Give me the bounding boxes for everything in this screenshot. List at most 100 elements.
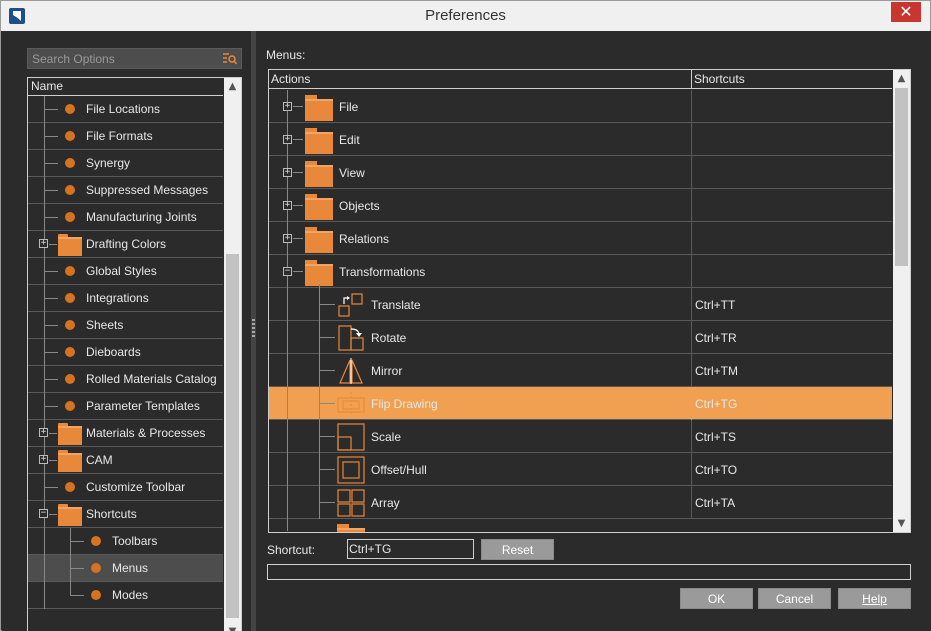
tree-item-toolbars[interactable]: Toolbars <box>28 528 223 555</box>
menu-row-array[interactable]: Array Ctrl+TA <box>269 486 892 519</box>
menu-row-scale[interactable]: Scale Ctrl+TS <box>269 420 892 453</box>
collapse-icon[interactable]: − <box>39 509 48 518</box>
menu-row-label: Rotate <box>371 331 407 345</box>
tree-item-rolled-materials-catalog[interactable]: Rolled Materials Catalog <box>28 366 223 393</box>
column-divider <box>691 387 692 420</box>
menu-row-rotate[interactable]: Rotate Ctrl+TR <box>269 321 892 354</box>
menu-row-edit[interactable]: + Edit <box>269 123 892 156</box>
tree-item-shortcuts[interactable]: − Shortcuts <box>28 501 223 528</box>
tree-item-file-locations[interactable]: File Locations <box>28 96 223 123</box>
tree-connector <box>319 304 335 305</box>
tree-connector <box>293 139 303 140</box>
menu-row-translate[interactable]: Translate Ctrl+TT <box>269 288 892 321</box>
expand-icon[interactable]: + <box>283 201 292 210</box>
menu-row-relations[interactable]: + Relations <box>269 222 892 255</box>
menu-row-mirror[interactable]: Mirror Ctrl+TM <box>269 354 892 387</box>
menu-row-shortcut: Ctrl+TO <box>695 463 738 477</box>
column-divider[interactable] <box>691 70 692 89</box>
column-shortcuts[interactable]: Shortcuts <box>694 72 745 86</box>
tree-item-suppressed-messages[interactable]: Suppressed Messages <box>28 177 223 204</box>
search-input[interactable] <box>32 51 212 67</box>
column-divider <box>691 453 692 486</box>
tree-connector <box>49 460 57 461</box>
menu-row-label: Transformations <box>339 265 426 279</box>
close-button[interactable]: ✕ <box>891 2 921 22</box>
tree-connector <box>44 325 58 326</box>
ok-button[interactable]: OK <box>680 588 753 609</box>
tree-connector <box>319 469 335 470</box>
tree-item-integrations[interactable]: Integrations <box>28 285 223 312</box>
column-divider <box>691 90 692 123</box>
array-icon <box>337 489 365 517</box>
menu-row-partial[interactable] <box>269 519 892 532</box>
mirror-icon <box>339 358 363 384</box>
tree-item-customize-toolbar[interactable]: Customize Toolbar <box>28 474 223 501</box>
tree-item-drafting-colors[interactable]: + Drafting Colors <box>28 231 223 258</box>
expand-icon[interactable]: + <box>283 168 292 177</box>
tree-connector <box>287 387 288 420</box>
tree-item-dieboards[interactable]: Dieboards <box>28 339 223 366</box>
expand-icon[interactable]: + <box>283 135 292 144</box>
folder-icon <box>305 227 333 253</box>
tree-item-label: Drafting Colors <box>86 237 167 251</box>
tree-connector <box>49 514 57 515</box>
tree-item-menus[interactable]: Menus <box>28 555 223 582</box>
expand-icon[interactable]: + <box>39 455 48 464</box>
tree-connector <box>319 436 335 437</box>
search-filter-icon[interactable] <box>223 52 237 66</box>
folder-icon <box>305 128 333 154</box>
scroll-up-icon[interactable]: ▲ <box>224 78 241 95</box>
collapse-icon[interactable]: − <box>283 267 292 276</box>
tree-connector <box>44 582 45 609</box>
folder-icon <box>58 234 82 256</box>
expand-icon[interactable]: + <box>39 239 48 248</box>
cancel-button[interactable]: Cancel <box>758 588 831 609</box>
tree-item-cam[interactable]: + CAM <box>28 447 223 474</box>
tree-connector <box>44 298 58 299</box>
grid-scroll-thumb[interactable] <box>895 88 908 266</box>
scroll-up-icon[interactable]: ▲ <box>893 70 910 87</box>
menu-row-file[interactable]: + File <box>269 90 892 123</box>
menu-row-transformations[interactable]: − Transformations <box>269 255 892 288</box>
scroll-down-icon[interactable]: ▼ <box>224 623 241 631</box>
tree-item-modes[interactable]: Modes <box>28 582 223 609</box>
reset-button[interactable]: Reset <box>481 539 554 560</box>
title-bar: Preferences ✕ <box>1 1 930 31</box>
tree-item-label: Parameter Templates <box>86 399 200 413</box>
grid-scrollbar[interactable]: ▲ ▼ <box>893 70 910 532</box>
tree-item-sheets[interactable]: Sheets <box>28 312 223 339</box>
menu-row-view[interactable]: + View <box>269 156 892 189</box>
scroll-down-icon[interactable]: ▼ <box>893 515 910 532</box>
expand-icon[interactable]: + <box>283 234 292 243</box>
tree-header-name[interactable]: Name <box>28 78 223 96</box>
tree-item-manufacturing-joints[interactable]: Manufacturing Joints <box>28 204 223 231</box>
offset-hull-icon <box>337 456 365 484</box>
scale-icon <box>337 423 365 451</box>
menu-row-offset-hull[interactable]: Offset/Hull Ctrl+TO <box>269 453 892 486</box>
column-divider <box>691 321 692 354</box>
tree-item-synergy[interactable]: Synergy <box>28 150 223 177</box>
tree-item-parameter-templates[interactable]: Parameter Templates <box>28 393 223 420</box>
tree-scroll-thumb[interactable] <box>226 254 239 618</box>
bullet-icon <box>91 536 101 546</box>
menu-row-label: Array <box>371 496 400 510</box>
menu-row-flip-drawing[interactable]: Flip Drawing Ctrl+TG <box>269 387 892 420</box>
tree-item-file-formats[interactable]: File Formats <box>28 123 223 150</box>
menu-row-label: Objects <box>339 199 380 213</box>
menu-row-objects[interactable]: + Objects <box>269 189 892 222</box>
shortcut-input[interactable] <box>347 539 474 559</box>
tree-connector <box>44 487 58 488</box>
column-actions[interactable]: Actions <box>271 72 310 86</box>
tree-connector <box>287 354 288 387</box>
tree-item-global-styles[interactable]: Global Styles <box>28 258 223 285</box>
tree-connector <box>287 486 288 519</box>
tree-scrollbar[interactable]: ▲ ▼ <box>224 78 241 631</box>
bullet-icon <box>91 590 101 600</box>
tree-item-label: Shortcuts <box>86 507 137 521</box>
help-button[interactable]: Help <box>838 588 911 609</box>
bullet-icon <box>65 158 75 168</box>
expand-icon[interactable]: + <box>39 428 48 437</box>
tree-connector <box>319 403 335 404</box>
expand-icon[interactable]: + <box>283 102 292 111</box>
tree-item-materials-processes[interactable]: + Materials & Processes <box>28 420 223 447</box>
